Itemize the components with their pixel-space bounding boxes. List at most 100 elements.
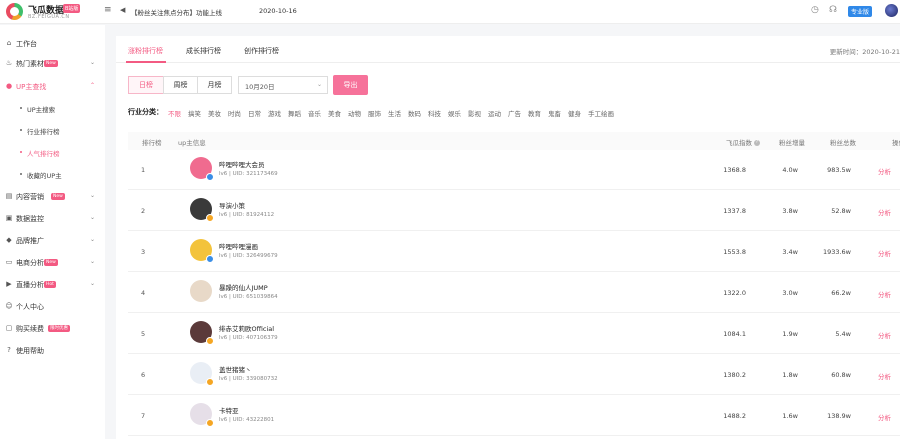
row-fans-total: 52.8w [831, 207, 851, 215]
up-avatar[interactable] [190, 280, 212, 302]
up-name[interactable]: 盖世猪猪丶 [219, 364, 252, 374]
row-fans-increment: 3.8w [782, 207, 798, 215]
up-uid: lv6 | UID: 321173469 [219, 171, 278, 177]
category-item[interactable]: 搞笑 [188, 108, 201, 118]
category-item[interactable]: 广告 [508, 108, 521, 118]
category-item[interactable]: 游戏 [268, 108, 281, 118]
sidebar-item-brand-promo[interactable]: ◆ 品牌推广 ⌄ [0, 231, 105, 251]
up-name[interactable]: 哔哩哔哩漫画 [219, 241, 258, 251]
analyze-link[interactable]: 分析 [878, 412, 891, 422]
analyze-link[interactable]: 分析 [878, 207, 891, 217]
row-index: 1488.2 [723, 412, 746, 420]
sidebar: ⌂ 工作台 ♨ 热门素材 New ⌄ ● UP主查找 ⌃ UP主搜索 行业排行榜… [0, 25, 105, 439]
sidebar-item-label: UP主查找 [16, 83, 47, 91]
category-item[interactable]: 服饰 [368, 108, 381, 118]
category-item[interactable]: 鬼畜 [548, 108, 561, 118]
sidebar-item-label: 个人中心 [16, 303, 44, 311]
sidebar-item-label: 直播分析 [16, 281, 44, 289]
date-value: 10月20日 [245, 83, 275, 91]
clock-icon[interactable]: ◷ [811, 5, 819, 15]
up-name[interactable]: 哔哩哔哩大会员 [219, 159, 265, 169]
row-rank: 2 [141, 207, 146, 215]
row-rank: 5 [141, 330, 146, 338]
up-name[interactable]: 卡特亚 [219, 405, 239, 415]
up-uid: lv6 | UID: 651039864 [219, 294, 278, 300]
sidebar-item-help[interactable]: ? 使用帮助 [0, 341, 105, 361]
up-name[interactable]: 绯赤艾莉欧Official [219, 323, 274, 333]
date-select[interactable]: 10月20日 ⌄ [238, 76, 328, 94]
sidebar-subitem-label: UP主搜索 [27, 106, 56, 114]
row-rank: 4 [141, 289, 146, 297]
sidebar-item-up-search[interactable]: ● UP主查找 ⌃ [0, 77, 105, 97]
category-item[interactable]: 手工绘画 [588, 108, 614, 118]
category-item[interactable]: 不限 [168, 108, 181, 118]
sidebar-item-ecommerce[interactable]: ▭ 电商分析 New ⌄ [0, 253, 105, 273]
sidebar-subitem-favorite-up[interactable]: 收藏的UP主 [0, 164, 105, 184]
logo-icon[interactable] [6, 3, 23, 20]
analyze-link[interactable]: 分析 [878, 248, 891, 258]
category-item[interactable]: 舞蹈 [288, 108, 301, 118]
active-tab-underline [126, 61, 166, 63]
category-item[interactable]: 影视 [468, 108, 481, 118]
sidebar-subitem-label: 行业排行榜 [27, 128, 60, 136]
category-item[interactable]: 娱乐 [448, 108, 461, 118]
tab-growth[interactable]: 成长排行榜 [186, 46, 221, 56]
export-button[interactable]: 导出 [333, 75, 368, 95]
category-item[interactable]: 美食 [328, 108, 341, 118]
period-weekly[interactable]: 周榜 [163, 76, 198, 94]
sidebar-item-hot-material[interactable]: ♨ 热门素材 New ⌄ [0, 54, 105, 74]
sidebar-item-live[interactable]: ▶ 直播分析 Hot ⌄ [0, 275, 105, 295]
category-item[interactable]: 时尚 [228, 108, 241, 118]
notice-text[interactable]: 【粉丝关注焦点分布】功能上线 [131, 7, 222, 17]
analyze-link[interactable]: 分析 [878, 371, 891, 381]
period-monthly[interactable]: 月榜 [197, 76, 232, 94]
analyze-link[interactable]: 分析 [878, 330, 891, 340]
sidebar-subitem-up-search[interactable]: UP主搜索 [0, 98, 105, 118]
sidebar-subitem-popularity-rank[interactable]: 人气排行榜 [0, 142, 105, 162]
table-row[interactable]: 6 盖世猪猪丶 lv6 | UID: 339080732 1380.2 1.8w 60.8… [128, 355, 900, 395]
category-item[interactable]: 日常 [248, 108, 261, 118]
analyze-link[interactable]: 分析 [878, 289, 891, 299]
table-row[interactable]: 4 暴躁的仙人JUMP lv6 | UID: 651039864 1322.0 3.0w… [128, 273, 900, 313]
cart-icon: ▭ [5, 258, 13, 266]
pro-version-badge[interactable]: 专业版 [848, 6, 873, 17]
sidebar-item-label: 数据监控 [16, 215, 44, 223]
up-name[interactable]: 暴躁的仙人JUMP [219, 282, 268, 292]
category-item[interactable]: 音乐 [308, 108, 321, 118]
user-avatar[interactable] [885, 4, 898, 17]
table-row[interactable]: 1 哔哩哔哩大会员 lv6 | UID: 321173469 1368.8 4.0w 98… [128, 150, 900, 190]
sidebar-item-content-marketing[interactable]: ▤ 内容营销 New ⌄ [0, 187, 105, 207]
analyze-link[interactable]: 分析 [878, 166, 891, 176]
tab-creation[interactable]: 创作排行榜 [244, 46, 279, 56]
person-icon: ☺ [5, 302, 13, 310]
sidebar-subitem-label: 收藏的UP主 [27, 172, 62, 180]
row-index: 1322.0 [723, 289, 746, 297]
column-index: 飞瓜指数? [726, 139, 760, 147]
row-fans-increment: 4.0w [782, 166, 798, 174]
category-item[interactable]: 健身 [568, 108, 581, 118]
new-badge: New [51, 193, 65, 200]
up-name[interactable]: 导演小策 [219, 200, 245, 210]
category-item[interactable]: 生活 [388, 108, 401, 118]
category-item[interactable]: 动物 [348, 108, 361, 118]
table-row[interactable]: 2 导演小策 lv6 | UID: 81924112 1337.8 3.8w 52.8w 分… [128, 191, 900, 231]
sidebar-subitem-industry-rank[interactable]: 行业排行榜 [0, 120, 105, 140]
headset-icon[interactable]: ☊ [829, 5, 837, 15]
new-badge: New [44, 259, 58, 266]
sidebar-item-data-monitor[interactable]: ▣ 数据监控 ⌄ [0, 209, 105, 229]
period-daily[interactable]: 日榜 [128, 76, 164, 94]
tab-fans-growth[interactable]: 涨粉排行榜 [128, 46, 163, 56]
sidebar-item-purchase[interactable]: ▢ 购买续费 限时优惠 [0, 319, 105, 339]
category-item[interactable]: 运动 [488, 108, 501, 118]
category-item[interactable]: 美妆 [208, 108, 221, 118]
table-row[interactable]: 5 绯赤艾莉欧Official lv6 | UID: 407106379 1084.1… [128, 314, 900, 354]
menu-icon[interactable]: ≡ [104, 6, 113, 15]
sidebar-item-workbench[interactable]: ⌂ 工作台 [0, 34, 105, 54]
sidebar-item-personal[interactable]: ☺ 个人中心 [0, 297, 105, 317]
question-icon[interactable]: ? [754, 140, 760, 146]
table-row[interactable]: 3 哔哩哔哩漫画 lv6 | UID: 326499679 1553.8 3.4w 193… [128, 232, 900, 272]
table-row[interactable]: 7 卡特亚 lv6 | UID: 43222801 1488.2 1.6w 138.9w 分… [128, 396, 900, 436]
category-item[interactable]: 数码 [408, 108, 421, 118]
category-item[interactable]: 科技 [428, 108, 441, 118]
category-item[interactable]: 教育 [528, 108, 541, 118]
